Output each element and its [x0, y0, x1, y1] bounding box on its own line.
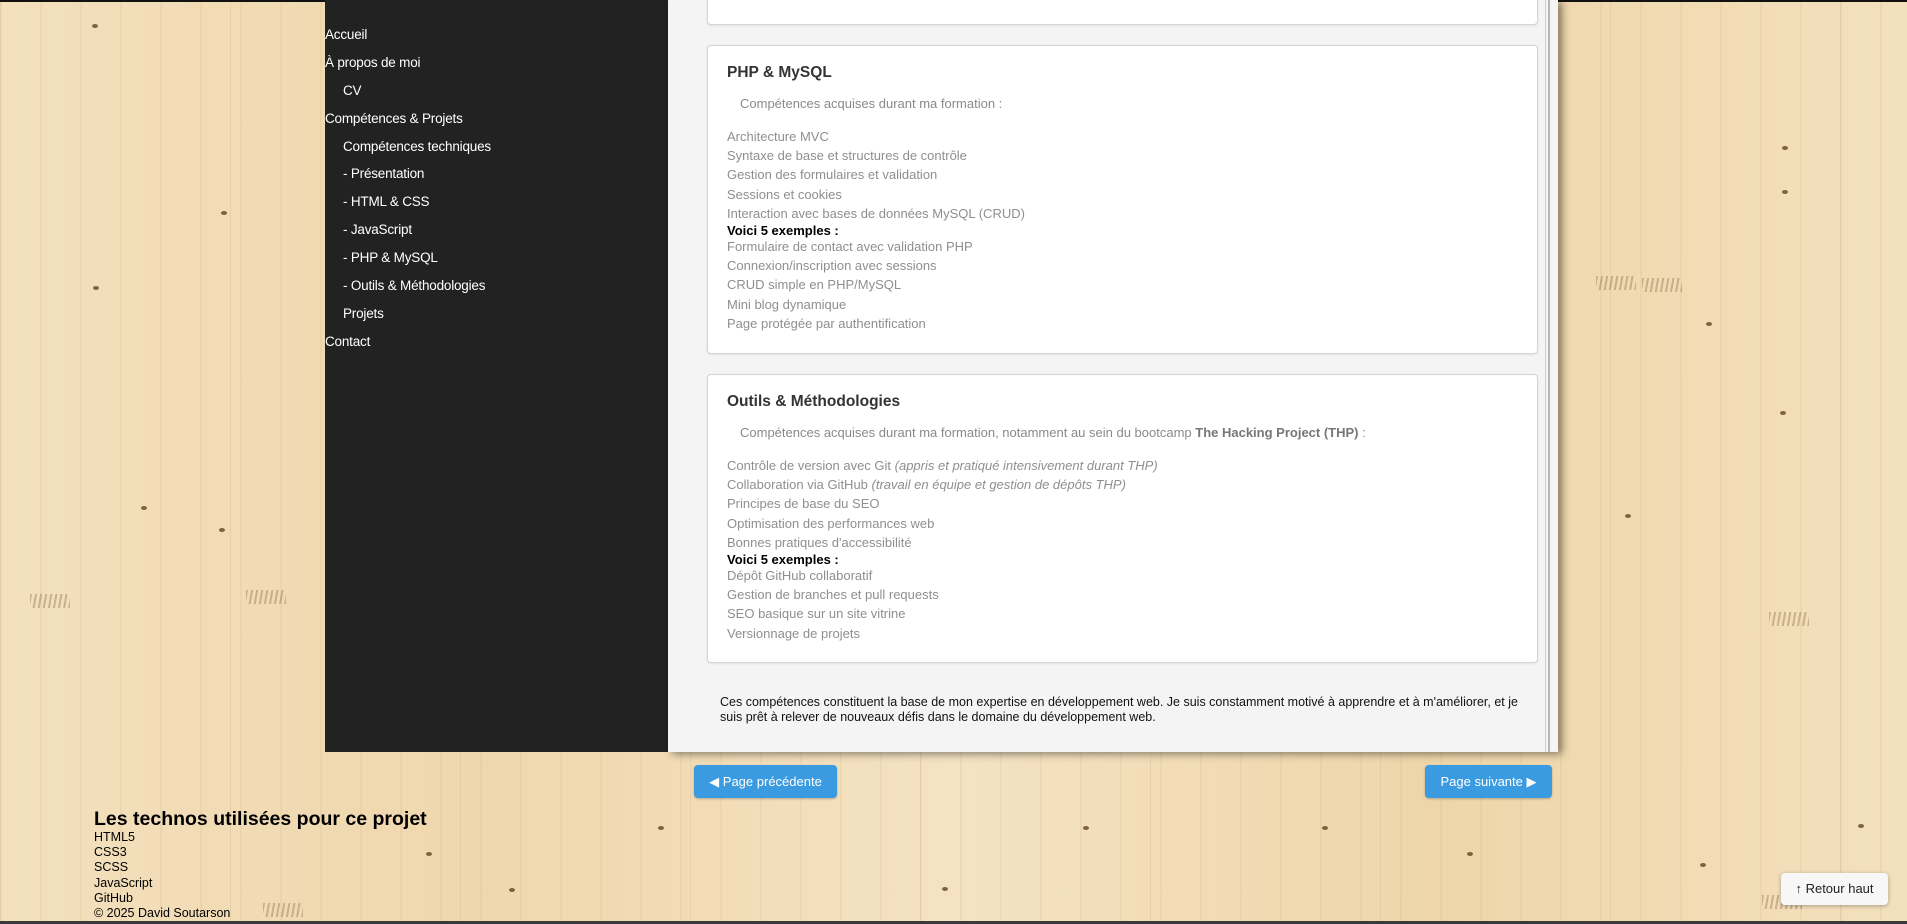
- tools-card: Outils & Méthodologies Compétences acqui…: [707, 374, 1538, 663]
- conclusion-text: Ces compétences constituent la base de m…: [720, 694, 1518, 724]
- tech-item: JavaScript: [94, 875, 153, 890]
- card-intro: Compétences acquises durant ma formation…: [740, 425, 1366, 440]
- skill-item: Sessions et cookies: [727, 186, 842, 202]
- php-mysql-card: PHP & MySQL Compétences acquises durant …: [707, 45, 1538, 354]
- previous-page-button[interactable]: ◀ Page précédente: [694, 765, 837, 798]
- footer: Les technos utilisées pour ce projet HTM…: [94, 808, 427, 921]
- next-page-button[interactable]: Page suivante ▶: [1425, 765, 1552, 798]
- main-content: PHP & MySQL Compétences acquises durant …: [668, 0, 1558, 752]
- copyright: © 2025 David Soutarson: [94, 906, 231, 921]
- example-item: Versionnage de projets: [727, 625, 860, 641]
- skill-item: Optimisation des performances web: [727, 515, 935, 531]
- nav-item-php-mysql[interactable]: - PHP & MySQL: [325, 248, 668, 276]
- examples-list: Formulaire de contact avec validation PH…: [727, 237, 973, 333]
- footer-title: Les technos utilisées pour ce projet: [94, 808, 427, 830]
- nav-item-contact[interactable]: Contact: [325, 332, 668, 360]
- tech-list: HTML5 CSS3 SCSS JavaScript GitHub: [94, 830, 427, 906]
- skill-item: Collaboration via GitHub (travail en équ…: [727, 477, 1126, 493]
- examples-list: Dépôt GitHub collaboratif Gestion de bra…: [727, 566, 939, 643]
- tech-item: HTML5: [94, 830, 135, 844]
- scrollbar[interactable]: [1548, 0, 1550, 752]
- nav-item-a-propos[interactable]: À propos de moi: [325, 53, 668, 81]
- nav-item-accueil[interactable]: Accueil: [325, 25, 668, 53]
- example-item: Gestion de branches et pull requests: [727, 587, 939, 603]
- sidebar-nav: Accueil À propos de moi CV Compétences &…: [325, 0, 668, 752]
- examples-title: Voici 5 exemples :: [727, 223, 839, 238]
- nav-item-competences-projets[interactable]: Compétences & Projets: [325, 109, 668, 137]
- tech-item: SCSS: [94, 860, 129, 875]
- skill-item: Principes de base du SEO: [727, 496, 880, 512]
- skill-item: Contrôle de version avec Git (appris et …: [727, 458, 1158, 473]
- card-title: PHP & MySQL: [727, 64, 832, 81]
- nav-item-html-css[interactable]: - HTML & CSS: [325, 192, 668, 220]
- examples-title: Voici 5 exemples :: [727, 552, 839, 567]
- example-item: SEO basique sur un site vitrine: [727, 606, 906, 622]
- nav-item-projets[interactable]: Projets: [325, 304, 668, 332]
- skills-list: Architecture MVC Syntaxe de base et stru…: [727, 127, 1025, 223]
- nav-item-cv[interactable]: CV: [325, 81, 668, 109]
- example-item: Formulaire de contact avec validation PH…: [727, 239, 973, 254]
- nav-item-competences-techniques[interactable]: Compétences techniques: [325, 137, 668, 165]
- skill-item: Gestion des formulaires et validation: [727, 167, 938, 183]
- skill-item: Architecture MVC: [727, 129, 829, 144]
- example-item: Mini blog dynamique: [727, 296, 847, 312]
- skill-item: Interaction avec bases de données MySQL …: [727, 205, 1025, 221]
- tech-item: CSS3: [94, 845, 127, 860]
- skills-list: Contrôle de version avec Git (appris et …: [727, 456, 1158, 552]
- nav-item-presentation[interactable]: - Présentation: [325, 164, 668, 192]
- skill-item: Syntaxe de base et structures de contrôl…: [727, 148, 967, 164]
- tech-item: GitHub: [94, 890, 133, 905]
- card-intro: Compétences acquises durant ma formation…: [740, 96, 1003, 111]
- nav-item-outils[interactable]: - Outils & Méthodologies: [325, 276, 668, 304]
- example-item: Connexion/inscription avec sessions: [727, 258, 937, 274]
- scroll-track: [1545, 0, 1546, 752]
- nav-item-javascript[interactable]: - JavaScript: [325, 220, 668, 248]
- back-to-top-button[interactable]: ↑ Retour haut: [1781, 873, 1888, 905]
- example-item: Dépôt GitHub collaboratif: [727, 568, 873, 583]
- card-title: Outils & Méthodologies: [727, 393, 901, 410]
- example-item: CRUD simple en PHP/MySQL: [727, 277, 902, 293]
- skill-item: Bonnes pratiques d'accessibilité: [727, 534, 912, 550]
- previous-card-bottom: [707, 0, 1538, 25]
- example-item: Page protégée par authentification: [727, 315, 926, 331]
